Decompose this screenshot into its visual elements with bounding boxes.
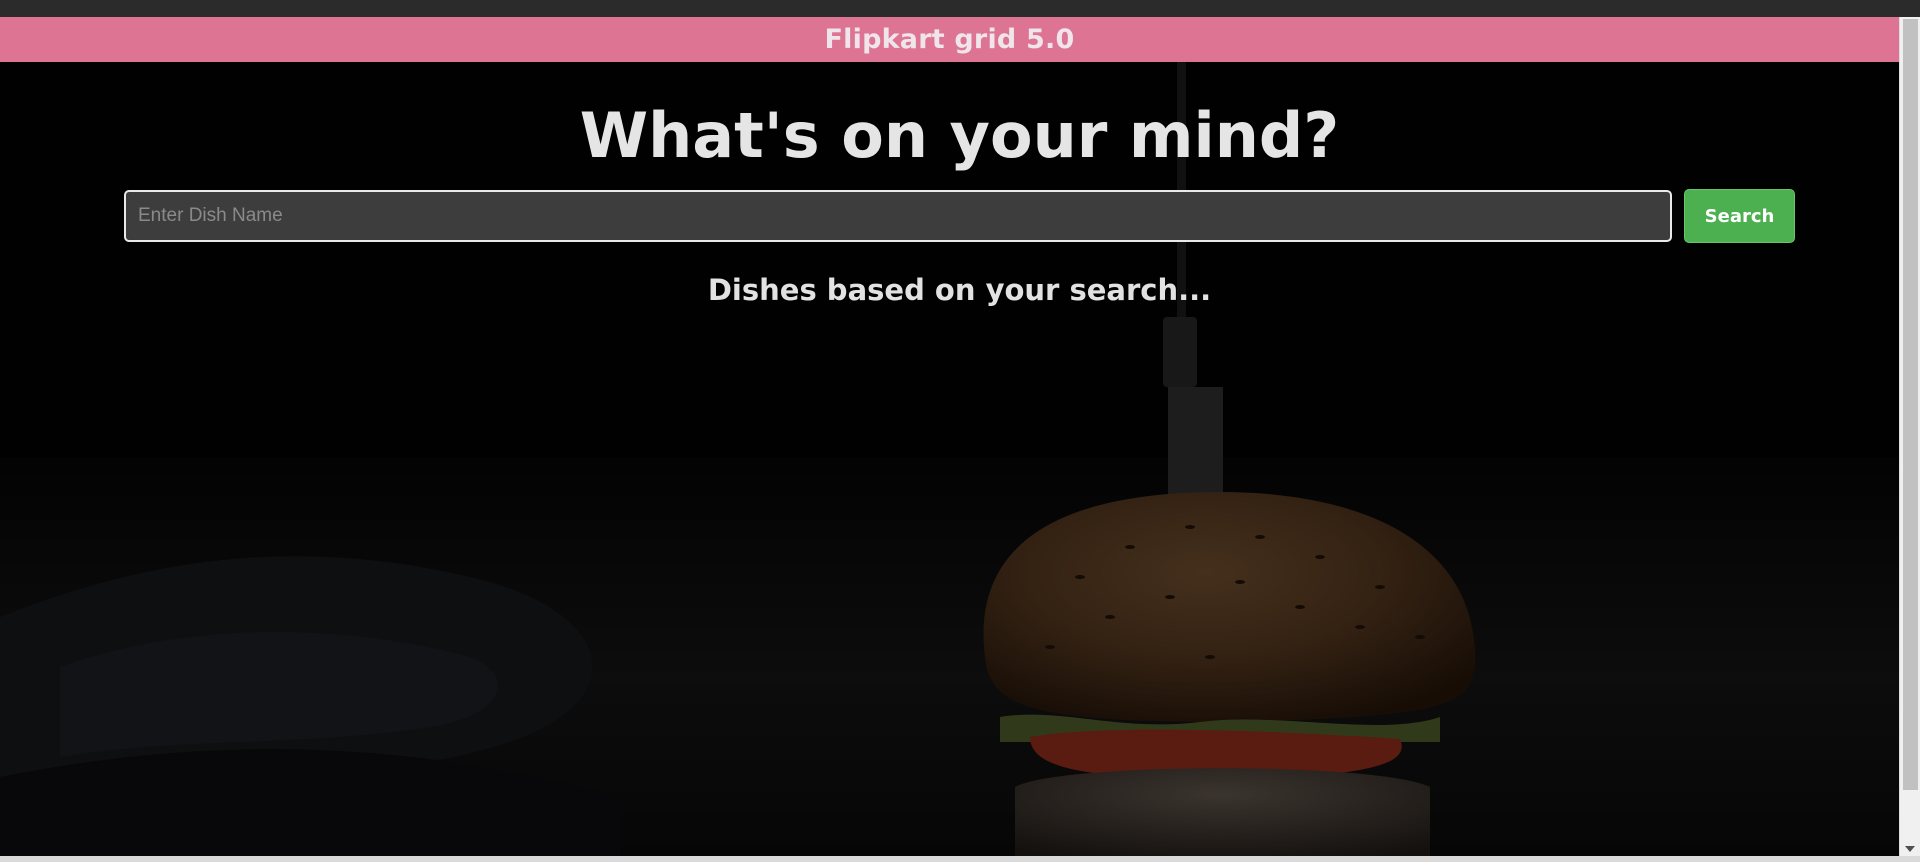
scrollbar-thumb[interactable] bbox=[1903, 19, 1918, 790]
scroll-down-arrow-icon[interactable] bbox=[1905, 846, 1915, 852]
hero-title: What's on your mind? bbox=[579, 99, 1340, 172]
brand-title: Flipkart grid 5.0 bbox=[824, 24, 1075, 55]
browser-viewport: Flipkart grid 5.0 What's on your mind? S… bbox=[0, 0, 1920, 862]
results-heading: Dishes based on your search... bbox=[707, 273, 1212, 307]
browser-top-strip bbox=[0, 0, 1920, 17]
search-button[interactable]: Search bbox=[1684, 189, 1795, 243]
page: Flipkart grid 5.0 What's on your mind? S… bbox=[0, 17, 1899, 856]
vertical-scrollbar[interactable] bbox=[1899, 17, 1920, 856]
dish-search-input[interactable] bbox=[124, 190, 1672, 242]
navbar: Flipkart grid 5.0 bbox=[0, 17, 1899, 62]
horizontal-scrollbar[interactable] bbox=[0, 856, 1920, 862]
